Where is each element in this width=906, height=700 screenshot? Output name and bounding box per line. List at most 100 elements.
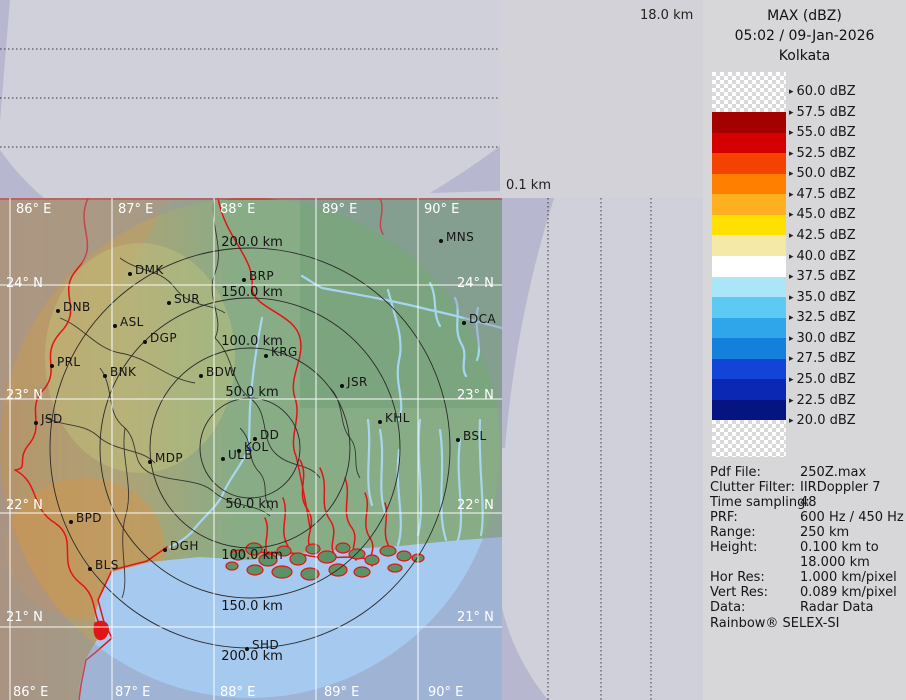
tick-text: 45.0 dBZ [797,207,856,222]
city-code-label: ASL [120,315,144,329]
scale-tick-label: ▸55.0 dBZ [789,125,856,141]
scale-band [712,359,786,380]
scale-tick-label: ▸35.0 dBZ [789,290,856,306]
tick-arrow-icon: ▸ [789,252,794,262]
scale-band [712,338,786,359]
city-code-label: DCA [469,312,496,326]
meta-label: Range: [710,525,756,540]
tick-arrow-icon: ▸ [789,396,794,406]
city-code-label: BDW [206,365,237,379]
dbz-color-bar [712,72,786,457]
meta-label: Vert Res: [710,585,768,600]
software-footer: Rainbow® SELEX-SI [710,616,840,631]
scale-band [712,277,786,298]
city-code-label: KRG [271,345,298,359]
scale-tick-label: ▸20.0 dBZ [789,413,856,429]
scale-band [712,194,786,215]
scale-tick-label: ▸52.5 dBZ [789,146,856,162]
product-title: MAX (dBZ) [703,6,906,26]
tick-arrow-icon: ▸ [789,334,794,344]
city-dot-icon [69,520,73,524]
tick-text: 20.0 dBZ [797,413,856,428]
scale-band [712,379,786,400]
city-code-label: BNK [110,365,136,379]
scale-band [712,112,786,133]
city-dot-icon [167,301,171,305]
scale-tick-label: ▸30.0 dBZ [789,331,856,347]
city-dot-icon [148,460,152,464]
radar-map: 86° E87° E88° E89° E90° E86° E87° E88° E… [0,198,502,700]
scale-tick-label: ▸22.5 dBZ [789,393,856,409]
tick-arrow-icon: ▸ [789,416,794,426]
meta-row: Height:0.100 km to 18.000 km [710,540,904,570]
meta-row: Clutter Filter:IIRDoppler 7 [710,480,904,495]
radar-product-window: 18.0 km 0.1 km [0,0,906,700]
meta-label: Data: [710,600,745,615]
station-name: Kolkata [703,46,906,66]
city-code-label: ULB [228,448,253,462]
tick-arrow-icon: ▸ [789,108,794,118]
legend-panel: MAX (dBZ) 05:02 / 09-Jan-2026 Kolkata Pd… [703,0,906,700]
tick-arrow-icon: ▸ [789,169,794,179]
top-cross-section-panel [0,0,500,198]
meta-row: Time sampling:48 [710,495,904,510]
scale-tick-label: ▸47.5 dBZ [789,187,856,203]
tick-text: 52.5 dBZ [797,146,856,161]
scale-tick-label: ▸27.5 dBZ [789,351,856,367]
tick-arrow-icon: ▸ [789,149,794,159]
scale-band [712,215,786,236]
scale-tick-label: ▸37.5 dBZ [789,269,856,285]
city-dot-icon [340,384,344,388]
scale-tick-label: ▸40.0 dBZ [789,249,856,265]
tick-arrow-icon: ▸ [789,375,794,385]
meta-label: Clutter Filter: [710,480,795,495]
height-max-label: 18.0 km [640,8,693,23]
tick-text: 47.5 dBZ [797,187,856,202]
city-dot-icon [34,421,38,425]
meta-row: Data: Radar Data [710,600,904,615]
city-code-label: MDP [155,451,183,465]
city-dot-icon [456,438,460,442]
scale-tick-label: ▸25.0 dBZ [789,372,856,388]
city-code-label: SUR [174,292,200,306]
metadata-block: Pdf File: 250Z.maxClutter Filter:IIRDoppl… [710,465,904,615]
city-dot-icon [50,364,54,368]
meta-row: PRF:600 Hz / 450 Hz [710,510,904,525]
meta-value: 250Z.max [800,465,906,480]
product-datetime: 05:02 / 09-Jan-2026 [703,26,906,46]
tick-arrow-icon: ▸ [789,87,794,97]
scale-tick-label: ▸42.5 dBZ [789,228,856,244]
city-dot-icon [462,321,466,325]
meta-value: 250 km [800,525,906,540]
scale-band [712,256,786,277]
meta-label: Hor Res: [710,570,765,585]
tick-arrow-icon: ▸ [789,293,794,303]
right-cross-section-panel [502,198,703,700]
tick-text: 40.0 dBZ [797,249,856,264]
tick-text: 30.0 dBZ [797,331,856,346]
city-dot-icon [103,374,107,378]
city-dot-icon [245,647,249,651]
scale-tick-label: ▸32.5 dBZ [789,310,856,326]
meta-value: Radar Data [800,600,906,615]
scale-band [712,318,786,339]
city-code-label: DGP [150,331,177,345]
tick-arrow-icon: ▸ [789,210,794,220]
city-dot-icon [163,548,167,552]
city-code-label: BLS [95,558,119,572]
tick-text: 32.5 dBZ [797,310,856,325]
tick-text: 57.5 dBZ [797,105,856,120]
city-code-label: MNS [446,230,474,244]
meta-label: Pdf File: [710,465,761,480]
scale-tick-label: ▸50.0 dBZ [789,166,856,182]
city-code-label: KHL [385,411,410,425]
tick-arrow-icon: ▸ [789,354,794,364]
meta-label: Height: [710,540,757,555]
city-dot-icon [264,354,268,358]
meta-row: Hor Res:1.000 km/pixel [710,570,904,585]
meta-row: Pdf File: 250Z.max [710,465,904,480]
city-code-label: BPD [76,511,102,525]
city-code-label: BSL [463,429,487,443]
meta-label: Time sampling: [710,495,810,510]
tick-arrow-icon: ▸ [789,128,794,138]
